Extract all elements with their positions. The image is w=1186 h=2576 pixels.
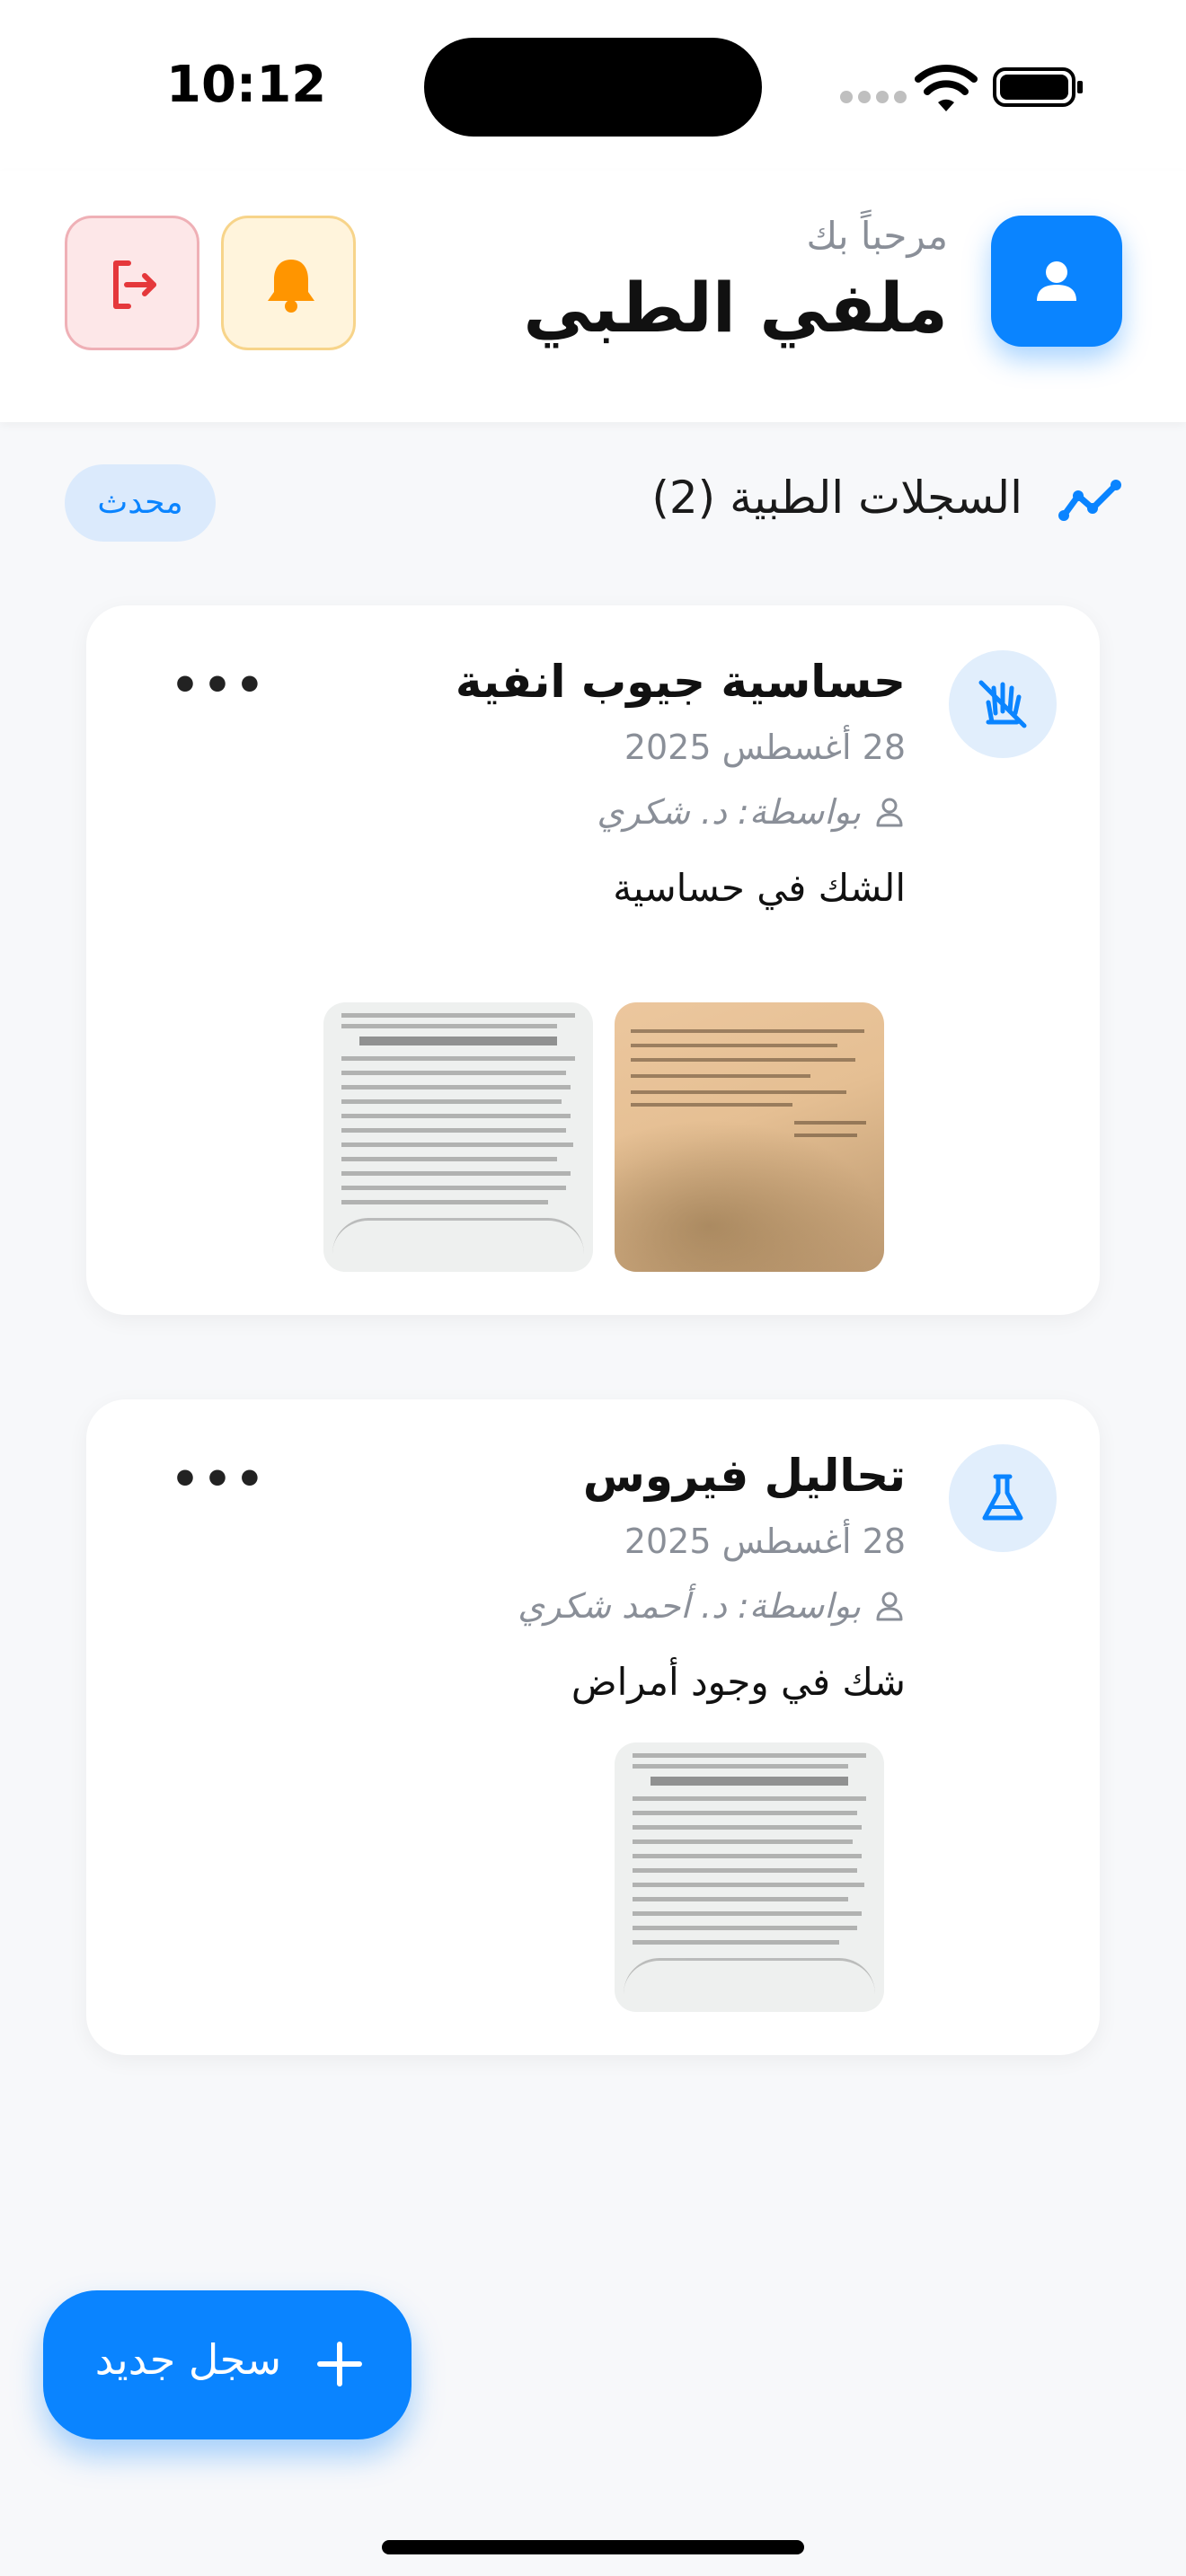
record-title: تحاليل فيروس (582, 1450, 906, 1502)
record-doctor-text: بواسطة: د. شكري (597, 792, 861, 832)
record-note: شك في وجود أمراض (571, 1660, 906, 1704)
attachment-thumbnail[interactable] (615, 1002, 884, 1272)
notifications-button[interactable] (221, 216, 356, 350)
status-bar: 10:12 (0, 0, 1186, 171)
trend-icon (1058, 480, 1121, 521)
record-type-badge (949, 1444, 1057, 1552)
updated-badge: محدث (65, 464, 216, 542)
battery-icon (993, 67, 1083, 107)
record-doctor: بواسطة: د. أحمد شكري (518, 1586, 906, 1626)
greeting-text: مرحباً بك (806, 214, 948, 258)
record-date: 28 أغسطس 2025 (624, 1522, 906, 1561)
record-doctor-text: بواسطة: د. أحمد شكري (518, 1586, 861, 1626)
dynamic-island (424, 38, 762, 137)
record-card[interactable]: حساسية جيوب انفية 28 أغسطس 2025 بواسطة: … (86, 605, 1100, 1315)
new-record-label: سجل جديد (94, 2335, 281, 2384)
attachment-thumbnail[interactable] (323, 1002, 593, 1272)
profile-button[interactable] (991, 216, 1122, 347)
attachment-thumbnail[interactable] (615, 1742, 884, 2012)
bell-icon (268, 260, 314, 313)
record-date: 28 أغسطس 2025 (624, 728, 906, 767)
more-options-button[interactable]: ••• (171, 659, 268, 711)
person-icon (1037, 261, 1076, 301)
plus-icon (317, 2342, 362, 2386)
record-card[interactable]: تحاليل فيروس 28 أغسطس 2025 بواسطة: د. أح… (86, 1399, 1100, 2055)
page-title: ملفي الطبي (523, 268, 948, 348)
person-outline-icon (876, 1592, 903, 1621)
records-section-title: السجلات الطبية (2) (651, 472, 1022, 524)
record-note: الشك في حساسية (613, 866, 906, 910)
person-outline-icon (876, 798, 903, 827)
cellular-signal-icon (840, 90, 912, 107)
wifi-icon (915, 65, 978, 111)
app-header: مرحباً بك ملفي الطبي (0, 171, 1186, 422)
more-options-button[interactable]: ••• (171, 1453, 268, 1505)
record-doctor: بواسطة: د. شكري (597, 792, 906, 832)
record-title: حساسية جيوب انفية (455, 656, 906, 708)
logout-button[interactable] (65, 216, 199, 350)
logout-icon (113, 260, 156, 309)
status-time: 10:12 (166, 56, 327, 114)
new-record-button[interactable]: سجل جديد (43, 2290, 412, 2439)
record-type-badge (949, 650, 1057, 758)
home-indicator (382, 2540, 804, 2554)
flask-icon (982, 1474, 1023, 1521)
hand-allergy-icon (978, 680, 1027, 728)
